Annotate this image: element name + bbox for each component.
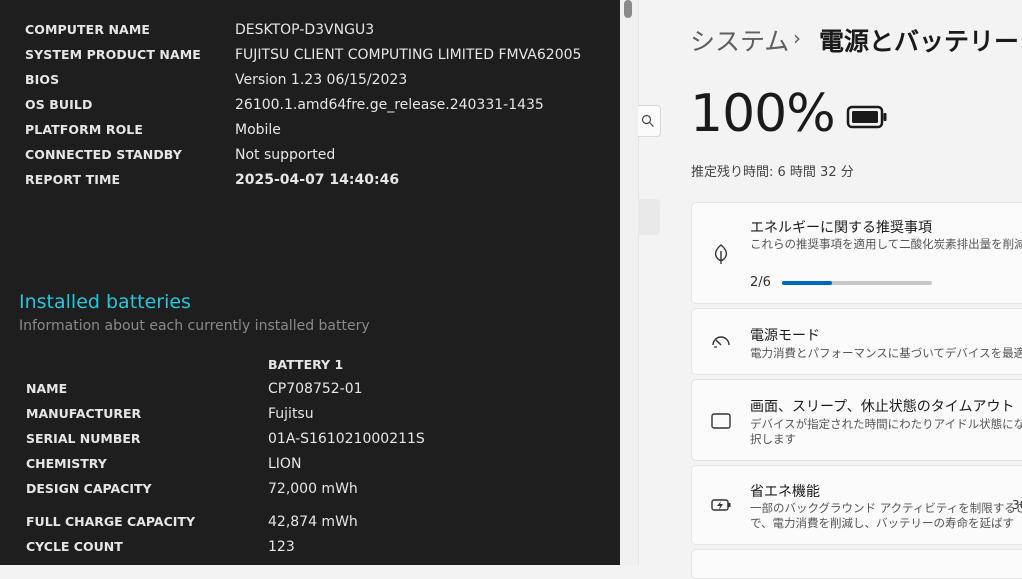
- battery-percent: 100%: [690, 84, 836, 144]
- battery-icon: [846, 105, 887, 129]
- energy-card-description: これらの推奨事項を適用して二酸化炭素排出量を削減す: [750, 237, 1022, 251]
- breadcrumb-parent[interactable]: システム: [690, 22, 789, 58]
- sysinfo-key: PLATFORM ROLE: [25, 122, 143, 137]
- sysinfo-value: Version 1.23 06/15/2023: [235, 72, 408, 88]
- energy-saver-description-line2: で、電力消費を削減し、バッテリーの寿命を延ばす: [750, 516, 1015, 530]
- battery-value: 72,000 mWh: [268, 481, 358, 497]
- battery-report-panel: COMPUTER NAME DESKTOP-D3VNGU3 SYSTEM PRO…: [0, 0, 620, 565]
- battery-value: CP708752-01: [268, 381, 363, 397]
- sysinfo-value: DESKTOP-D3VNGU3: [235, 22, 375, 38]
- energy-saver-threshold-value[interactable]: 30: [1012, 498, 1022, 512]
- screen-sleep-timeout-card[interactable]: 画面、スリープ、休止状態のタイムアウト デバイスが指定された時間にわたりアイドル…: [691, 379, 1022, 461]
- battery-key: DESIGN CAPACITY: [26, 481, 152, 496]
- sysinfo-value: Mobile: [235, 122, 281, 138]
- sysinfo-key: BIOS: [25, 72, 60, 87]
- battery-key: SERIAL NUMBER: [26, 431, 141, 446]
- energy-progress-fill: [782, 281, 832, 285]
- sysinfo-value: FUJITSU CLIENT COMPUTING LIMITED FMVA620…: [235, 47, 582, 63]
- power-mode-description: 電力消費とパフォーマンスに基づいてデバイスを最適化: [750, 346, 1022, 360]
- breadcrumb-separator: ›: [793, 26, 801, 50]
- settings-search-box[interactable]: [638, 105, 661, 137]
- nav-item-system-selected[interactable]: [638, 199, 660, 235]
- report-scrollbar[interactable]: [620, 0, 639, 565]
- battery-saver-icon: [711, 499, 731, 511]
- battery-key: FULL CHARGE CAPACITY: [26, 514, 195, 529]
- sysinfo-key: OS BUILD: [25, 97, 93, 112]
- installed-batteries-subtitle: Information about each currently install…: [19, 318, 370, 334]
- battery-value: 123: [268, 539, 295, 555]
- battery-key: MANUFACTURER: [26, 406, 142, 421]
- page-title: 電源とバッテリー: [819, 27, 1020, 56]
- sysinfo-key: CONNECTED STANDBY: [25, 147, 182, 162]
- report-scrollbar-thumb[interactable]: [624, 0, 632, 18]
- installed-batteries-title: Installed batteries: [19, 291, 191, 313]
- sysinfo-key: COMPUTER NAME: [25, 22, 151, 37]
- screen-sleep-title: 画面、スリープ、休止状態のタイムアウト: [750, 399, 1015, 415]
- battery-value: 42,874 mWh: [268, 514, 358, 530]
- power-mode-title: 電源モード: [750, 328, 820, 344]
- energy-card-title: エネルギーに関する推奨事項: [750, 220, 932, 236]
- battery-key: CHEMISTRY: [26, 456, 107, 471]
- battery-key: NAME: [26, 381, 68, 396]
- sysinfo-value: 2025-04-07 14:40:46: [235, 172, 400, 188]
- next-settings-card[interactable]: [691, 549, 1022, 579]
- battery-value: 01A-S161021000211S: [268, 431, 425, 447]
- sysinfo-value: Not supported: [235, 147, 336, 163]
- energy-recommendations-card[interactable]: エネルギーに関する推奨事項 これらの推奨事項を適用して二酸化炭素排出量を削減す …: [691, 202, 1022, 304]
- power-mode-card[interactable]: 電源モード 電力消費とパフォーマンスに基づいてデバイスを最適化: [691, 308, 1022, 375]
- energy-progress-bar: [782, 281, 932, 285]
- energy-saver-description-line1: 一部のバックグラウンド アクティビティを制限すること: [750, 501, 1022, 515]
- sysinfo-value: 26100.1.amd64fre.ge_release.240331-1435: [235, 97, 544, 113]
- estimated-time-remaining: 推定残り時間: 6 時間 32 分: [691, 165, 854, 180]
- energy-progress-label: 2/6: [750, 275, 771, 290]
- battery-column-header: BATTERY 1: [268, 357, 344, 372]
- sysinfo-key: SYSTEM PRODUCT NAME: [25, 47, 201, 62]
- battery-value: LION: [268, 456, 302, 472]
- energy-saver-title: 省エネ機能: [750, 484, 820, 500]
- sysinfo-key: REPORT TIME: [25, 172, 121, 187]
- speedometer-icon: [712, 336, 730, 348]
- battery-key: CYCLE COUNT: [26, 539, 123, 554]
- screen-sleep-description-line1: デバイスが指定された時間にわたりアイドル状態になった場: [750, 417, 1022, 431]
- screen-sleep-description-line2: 択します: [750, 432, 796, 446]
- display-moon-icon: [711, 413, 731, 429]
- battery-value: Fujitsu: [268, 406, 314, 422]
- search-icon: [641, 114, 654, 127]
- energy-saver-card[interactable]: 省エネ機能 一部のバックグラウンド アクティビティを制限すること で、電力消費を…: [691, 465, 1022, 545]
- leaf-icon: [714, 244, 728, 264]
